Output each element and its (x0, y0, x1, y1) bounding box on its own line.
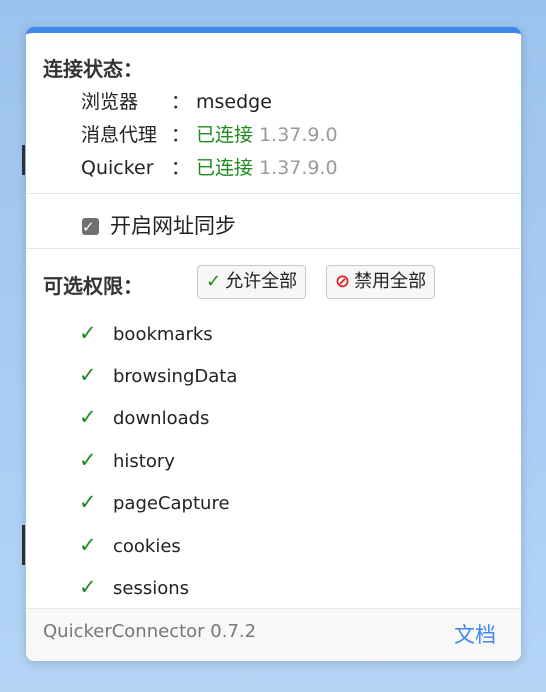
proxy-status: 已连接 (196, 124, 254, 146)
quicker-colon: ： (171, 157, 191, 179)
permission-item-browsingdata[interactable]: ✓ browsingData (79, 360, 237, 390)
proxy-version: 1.37.9.0 (259, 124, 338, 146)
proxy-colon: ： (171, 124, 191, 146)
permission-item-history[interactable]: ✓ history (79, 445, 175, 475)
proxy-label: 消息代理 (81, 124, 158, 146)
check-icon: ✓ (79, 533, 97, 557)
permission-label: bookmarks (113, 324, 213, 345)
check-icon: ✓ (79, 363, 97, 387)
divider (26, 248, 521, 249)
permission-label: cookies (113, 536, 181, 557)
docs-link[interactable]: 文档 (454, 619, 496, 649)
divider (26, 193, 521, 194)
check-icon: ✓ (79, 321, 97, 345)
allow-all-label: 允许全部 (225, 271, 298, 292)
url-sync-toggle[interactable]: ✓ 开启网址同步 (82, 211, 236, 241)
check-icon: ✓ (79, 405, 97, 429)
allow-all-button[interactable]: ✓ 允许全部 (197, 265, 307, 299)
deny-all-button[interactable]: ⊘ 禁用全部 (326, 265, 436, 299)
sync-checkbox[interactable]: ✓ (82, 218, 99, 236)
background-mark (22, 525, 25, 565)
connection-status-title: 连接状态： (43, 57, 143, 81)
permission-item-downloads[interactable]: ✓ downloads (79, 402, 209, 432)
quicker-row: Quicker ：已连接 1.37.9.0 (81, 154, 338, 182)
permissions-title: 可选权限： (43, 274, 143, 298)
deny-all-label: 禁用全部 (354, 271, 427, 292)
quicker-status: 已连接 (196, 157, 254, 179)
permission-item-cookies[interactable]: ✓ cookies (79, 530, 181, 560)
sync-label: 开启网址同步 (110, 214, 236, 238)
quicker-version: 1.37.9.0 (259, 157, 338, 179)
check-icon: ✓ (79, 448, 97, 472)
footer: QuickerConnector 0.7.2 文档 (26, 608, 521, 661)
permission-label: history (113, 451, 175, 472)
permission-item-bookmarks[interactable]: ✓ bookmarks (79, 318, 213, 348)
permission-item-sessions[interactable]: ✓ sessions (79, 572, 189, 602)
permission-label: pageCapture (113, 493, 230, 514)
extension-popup: 连接状态： 浏览器： msedge 消息代理：已连接 1.37.9.0 Quick… (26, 27, 521, 661)
browser-value: msedge (196, 91, 272, 113)
browser-label: 浏览器 (81, 91, 139, 113)
permission-label: browsingData (113, 366, 238, 387)
quicker-label: Quicker (81, 157, 154, 179)
ban-icon: ⊘ (335, 271, 351, 292)
proxy-row: 消息代理 ：已连接 1.37.9.0 (81, 121, 338, 149)
permission-label: downloads (113, 408, 210, 429)
check-icon: ✓ (79, 490, 97, 514)
check-icon: ✓ (79, 575, 97, 599)
background-mark (22, 145, 25, 175)
browser-row: 浏览器 ： msedge (81, 88, 272, 116)
permission-item-pagecapture[interactable]: ✓ pageCapture (79, 487, 230, 517)
check-icon: ✓ (206, 271, 222, 292)
browser-colon: ： (171, 91, 191, 113)
version-text: QuickerConnector 0.7.2 (43, 621, 257, 642)
checkmark-icon: ✓ (82, 218, 95, 236)
permission-label: sessions (113, 578, 190, 599)
